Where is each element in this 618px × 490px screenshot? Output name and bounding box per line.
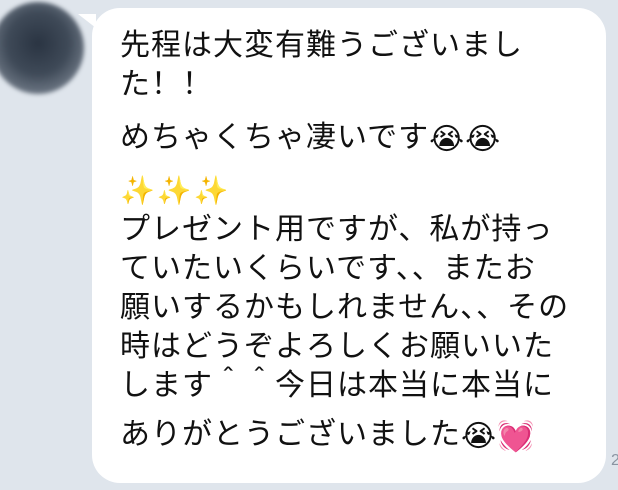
message-line: めちゃくちゃ凄いです😭😭 xyxy=(120,118,578,157)
message-text: ありがとうございました xyxy=(120,417,461,452)
message-line: た！！ xyxy=(120,67,213,102)
message-line: ていたいくらいです、、またお xyxy=(120,251,536,286)
sparkles-emoji: ✨✨✨ xyxy=(120,174,231,207)
message-line: します＾＾今日は本当に本当に xyxy=(120,368,554,403)
crying-face-emoji: 😭 xyxy=(461,419,498,454)
message-line: 願いするかもしれません、、その xyxy=(120,290,570,325)
heart-emoji: 💓 xyxy=(497,419,536,454)
message-text: めちゃくちゃ凄いです xyxy=(120,120,430,155)
message-line: 先程は大変有難うございまし xyxy=(120,28,523,63)
message-bubble-body: 先程は大変有難うございまし た！！ めちゃくちゃ凄いです😭😭 ✨✨✨ プレゼント… xyxy=(92,8,606,483)
crying-face-emoji: 😭 xyxy=(465,122,502,157)
message-timestamp: 2 xyxy=(611,452,618,469)
crying-face-emoji: 😭 xyxy=(429,122,466,157)
message-line: プレゼント用ですが、私が持っ xyxy=(120,212,554,247)
message-line: 時はどうぞよろしくお願いいた xyxy=(120,329,554,364)
message-line: ありがとうございました😭💓 xyxy=(120,415,578,454)
message-bubble[interactable]: 先程は大変有難うございまし た！！ めちゃくちゃ凄いです😭😭 ✨✨✨ プレゼント… xyxy=(78,8,606,483)
